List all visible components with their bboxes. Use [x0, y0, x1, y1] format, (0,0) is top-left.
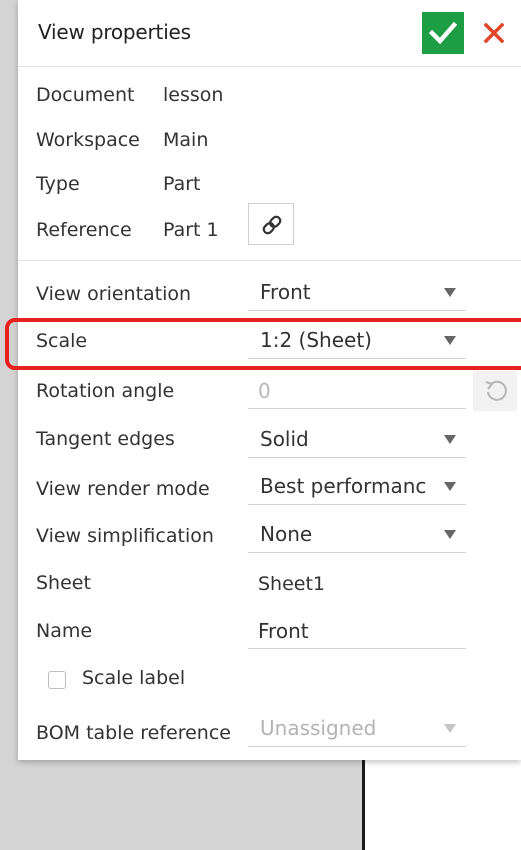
view-simplification-value: None — [260, 522, 313, 546]
reference-link-button[interactable] — [248, 203, 294, 245]
rotation-angle-value: 0 — [258, 379, 271, 403]
scale-label: Scale — [36, 330, 88, 352]
chevron-down-icon — [444, 288, 456, 297]
view-render-mode-value: Best performanc — [260, 474, 427, 498]
view-simplification-label: View simplification — [36, 525, 214, 547]
document-label: Document — [36, 84, 135, 106]
bom-table-reference-select[interactable]: Unassigned — [248, 708, 466, 747]
link-icon — [262, 215, 282, 235]
bom-table-reference-value: Unassigned — [260, 716, 377, 740]
scale-label-text: Scale label — [82, 667, 186, 689]
scale-label-checkbox[interactable] — [48, 671, 66, 689]
section-divider — [18, 260, 521, 261]
view-render-mode-select[interactable]: Best performanc — [248, 466, 466, 505]
sheet-label: Sheet — [36, 572, 91, 594]
view-properties-dialog: View properties Document lesson Workspac… — [18, 0, 521, 760]
type-value: Part — [163, 173, 201, 195]
view-orientation-select[interactable]: Front — [248, 272, 466, 311]
workspace-value: Main — [163, 129, 209, 151]
dialog-header: View properties — [18, 0, 521, 67]
reference-value: Part 1 — [163, 219, 219, 241]
document-value: lesson — [163, 84, 224, 106]
reset-icon — [485, 380, 507, 401]
chevron-down-icon — [444, 435, 456, 444]
bom-table-reference-label: BOM table reference — [36, 722, 231, 744]
type-label: Type — [36, 173, 80, 195]
tangent-edges-label: Tangent edges — [36, 428, 175, 450]
chevron-down-icon — [444, 530, 456, 539]
view-render-mode-label: View render mode — [36, 478, 210, 500]
scale-value: 1:2 (Sheet) — [260, 328, 372, 352]
tangent-edges-select[interactable]: Solid — [248, 419, 466, 458]
dialog-title: View properties — [38, 20, 191, 44]
sheet-value: Sheet1 — [258, 573, 326, 595]
workspace-label: Workspace — [36, 129, 140, 151]
name-input[interactable]: Front — [248, 612, 466, 649]
reference-label: Reference — [36, 219, 132, 241]
chevron-down-icon — [444, 336, 456, 345]
name-value: Front — [258, 619, 309, 643]
chevron-down-icon — [444, 482, 456, 491]
rotation-angle-label: Rotation angle — [36, 380, 175, 402]
view-orientation-label: View orientation — [36, 283, 192, 305]
accept-button[interactable] — [422, 12, 464, 54]
check-icon — [429, 21, 457, 45]
scale-select[interactable]: 1:2 (Sheet) — [248, 320, 466, 359]
view-simplification-select[interactable]: None — [248, 514, 466, 553]
name-label: Name — [36, 620, 93, 642]
tangent-edges-value: Solid — [260, 427, 309, 451]
view-orientation-value: Front — [260, 280, 311, 304]
close-icon — [484, 23, 504, 43]
chevron-down-icon — [444, 724, 456, 733]
cancel-button[interactable] — [473, 12, 515, 54]
reset-rotation-button[interactable] — [473, 371, 517, 411]
rotation-angle-input[interactable]: 0 — [248, 372, 466, 409]
